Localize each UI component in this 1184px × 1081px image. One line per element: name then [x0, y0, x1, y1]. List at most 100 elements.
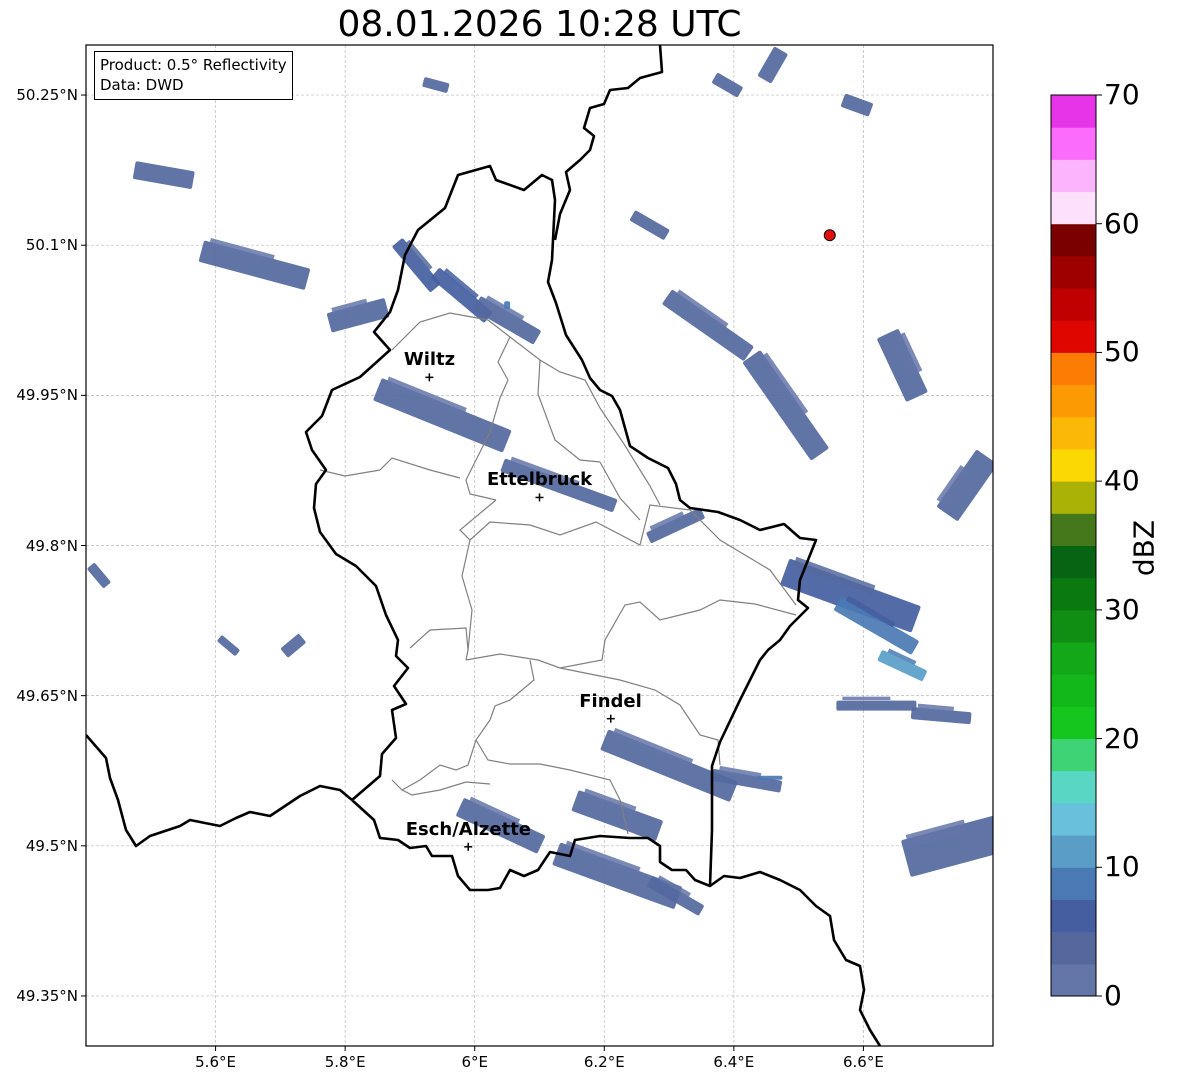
product-label: Product: 0.5° Reflectivity [100, 56, 287, 74]
echo-cell [836, 696, 917, 711]
colorbar [1050, 94, 1102, 997]
echo-cell [758, 47, 788, 84]
lat-tick-label: 50.1°N [25, 236, 78, 255]
echo-band [877, 650, 927, 681]
echo-band [937, 450, 993, 521]
echo-band [841, 93, 873, 117]
echo-cell [877, 329, 928, 402]
echo-band [422, 77, 450, 93]
lat-tick-label: 49.65°N [16, 686, 78, 705]
echo-cell [743, 350, 829, 461]
echo-cell [326, 298, 390, 333]
lat-tick-label: 50.25°N [16, 86, 78, 105]
echo-cell [936, 450, 993, 521]
echo-band [132, 161, 195, 189]
colorbar-segment [1051, 191, 1096, 225]
lat-tick-label: 49.5°N [25, 836, 78, 855]
lon-tick-label: 6.6°E [843, 1053, 884, 1071]
lon-tick-label: 6.2°E [583, 1053, 625, 1071]
lon-tick-label: 6.4°E [713, 1053, 755, 1071]
colorbar-segment [1051, 95, 1096, 128]
colorbar-segment [1051, 255, 1096, 289]
colorbar-label: dBZ [1127, 519, 1161, 577]
colorbar-segment [1051, 320, 1096, 353]
colorbar-segment [1051, 835, 1096, 868]
colorbar-segment [1051, 867, 1096, 900]
echo-band [712, 73, 743, 98]
lat-tick-label: 49.95°N [16, 386, 78, 405]
colorbar-segment [1051, 963, 1096, 997]
echo-cell [910, 703, 972, 725]
colorbar-tick-label: 30 [1104, 592, 1140, 626]
echo-band [217, 635, 240, 656]
colorbar-segment [1051, 642, 1096, 675]
echo-cell [662, 289, 754, 361]
echo-cell [373, 376, 512, 453]
echo-cell [217, 635, 240, 656]
colorbar-tick-label: 40 [1104, 464, 1140, 498]
colorbar-tick-label: 50 [1104, 335, 1140, 369]
colorbar-segment [1051, 802, 1096, 836]
source-label: Data: DWD [100, 76, 184, 94]
echo-band [87, 563, 111, 588]
colorbar-tick-label: 20 [1104, 721, 1140, 755]
colorbar-segment [1051, 899, 1096, 933]
echo-cell [600, 727, 738, 802]
colorbar-segment [1051, 931, 1096, 965]
city-label: Esch/Alzette [405, 818, 532, 840]
colorbar-segment [1051, 127, 1096, 160]
colorbar-tick-label: 70 [1104, 78, 1140, 111]
colorbar-segment [1051, 352, 1096, 386]
echo-band [842, 696, 891, 701]
echo-band [571, 790, 663, 841]
info-box: Product: 0.5° Reflectivity Data: DWD [94, 51, 293, 100]
echo-band [504, 301, 511, 310]
echo-band [630, 210, 670, 240]
city-label: Wiltz [403, 349, 456, 371]
colorbar-segment [1051, 223, 1096, 257]
echo-band [662, 290, 754, 361]
colorbar-segment [1051, 545, 1096, 579]
colorbar-segment [1051, 706, 1096, 740]
colorbar-tick-label: 10 [1104, 850, 1140, 884]
echo-cell [780, 556, 921, 633]
colorbar-segment [1051, 609, 1096, 643]
echo-cell [841, 93, 873, 117]
lon-tick-label: 6°E [461, 1053, 488, 1071]
echo-band [743, 350, 829, 461]
colorbar-segment [1051, 674, 1096, 707]
colorbar-tick-label: 60 [1104, 206, 1140, 240]
colorbar-segment [1051, 481, 1096, 514]
colorbar-segment [1051, 384, 1096, 418]
echo-band [836, 700, 917, 711]
colorbar-segment [1051, 448, 1096, 482]
lon-tick-label: 5.8°E [324, 1053, 366, 1071]
echo-cell [877, 648, 927, 681]
echo-cell [281, 634, 306, 658]
echo-cell [132, 161, 195, 189]
echo-cell [712, 73, 743, 98]
radar-map [81, 44, 1102, 1051]
echo-band [373, 378, 512, 453]
colorbar-tick-label: 0 [1104, 979, 1122, 1012]
lon-tick-label: 5.6°E [195, 1053, 236, 1071]
colorbar-segment [1051, 513, 1096, 546]
colorbar-segment [1051, 288, 1096, 321]
colorbar-segment [1051, 159, 1096, 193]
city-label: Findel [579, 690, 642, 712]
echo-cell [87, 563, 111, 588]
colorbar-segment [1051, 577, 1096, 611]
echo-band [758, 47, 788, 84]
lat-tick-label: 49.35°N [16, 986, 78, 1005]
echo-band [281, 634, 306, 658]
city-markers [425, 373, 615, 851]
axis-ticks [81, 94, 864, 1051]
colorbar-segment [1051, 770, 1096, 804]
gridlines [86, 45, 993, 1046]
radar-site-marker [823, 229, 836, 242]
lat-tick-label: 49.8°N [25, 536, 78, 555]
echo-cell [901, 814, 993, 877]
echo-cell [756, 775, 783, 780]
echo-cell [504, 301, 511, 310]
city-label: Ettelbruck [487, 469, 593, 491]
